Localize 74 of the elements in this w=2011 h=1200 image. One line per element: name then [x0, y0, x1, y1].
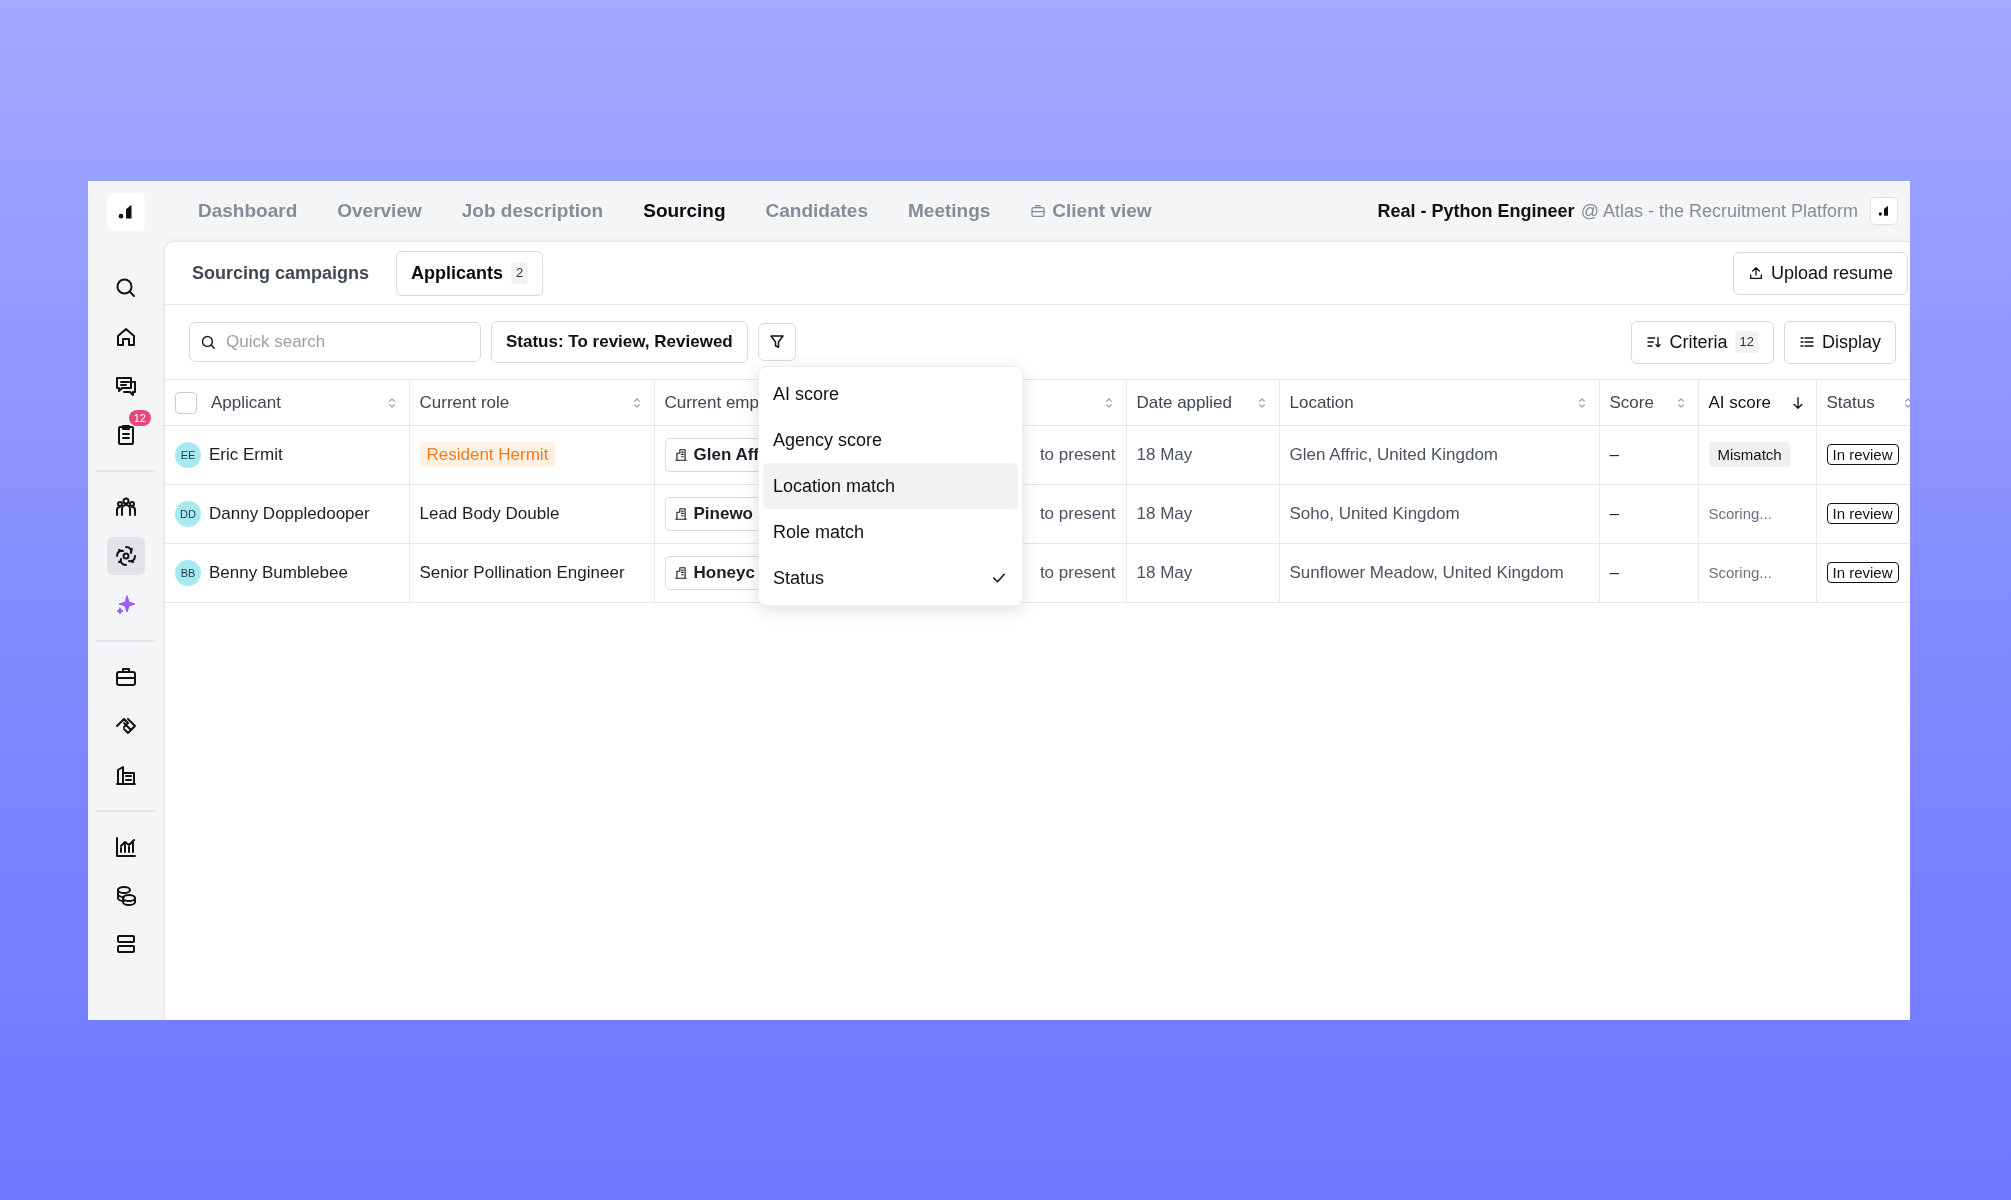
role-text: Resident Hermit: [419, 442, 556, 468]
location-text: Soho, United Kingdom: [1289, 504, 1460, 524]
employment-period: to present: [1039, 445, 1116, 465]
applicant-name[interactable]: Eric Ermit: [209, 442, 283, 468]
building-icon: [673, 448, 688, 462]
search-icon: [114, 276, 138, 300]
status-tag: In review: [1826, 444, 1899, 466]
count-badge: 2: [511, 262, 529, 284]
ai-score-text: Scoring...: [1708, 505, 1772, 523]
organization-name: @ Atlas - the Recruitment Platform: [1580, 199, 1858, 223]
count-badge: 12: [1734, 331, 1759, 353]
menu-item[interactable]: Status: [763, 555, 1018, 601]
chat-icon: [114, 374, 138, 398]
score-text: –: [1609, 504, 1619, 524]
role-text: Senior Pollination Engineer: [419, 563, 625, 583]
menu-item[interactable]: Agency score: [763, 417, 1018, 463]
applicant-name[interactable]: Danny Doppledooper: [209, 501, 370, 527]
upload-resume-button[interactable]: Upload resume: [1732, 251, 1908, 295]
date-applied: 18 May: [1136, 563, 1193, 583]
avatar: BB: [175, 560, 201, 586]
job-title: Real - Python Engineer: [1377, 199, 1575, 223]
criteria-button[interactable]: Criteria 12: [1631, 320, 1774, 364]
employer-name: Honeyc: [693, 562, 755, 585]
sidebar-item[interactable]: [107, 537, 145, 575]
logo-button[interactable]: [1870, 197, 1898, 225]
search-field[interactable]: Quick search: [189, 322, 481, 362]
sparkle-icon: [114, 593, 138, 617]
avatar: DD: [175, 501, 201, 527]
nav-tab[interactable]: Sourcing: [623, 196, 746, 226]
filter-button[interactable]: [757, 323, 796, 361]
employment-period: to present: [1039, 563, 1116, 583]
avatar: EE: [175, 442, 201, 468]
location-text: Sunflower Meadow, United Kingdom: [1289, 563, 1564, 583]
date-applied: 18 May: [1136, 504, 1193, 524]
home-icon: [114, 325, 138, 349]
menu-item[interactable]: AI score: [763, 371, 1018, 417]
column-header[interactable]: Location: [1289, 389, 1354, 416]
menu-item[interactable]: Role match: [763, 509, 1018, 555]
location-text: Glen Affric, United Kingdom: [1289, 445, 1498, 465]
sort-lines-icon: [1646, 334, 1663, 350]
employer-name: Pinewo: [693, 503, 753, 526]
building-icon: [673, 507, 688, 521]
chart-icon: [114, 835, 138, 859]
ai-score-text: Scoring...: [1708, 564, 1772, 582]
ai-score-tag: Mismatch: [1708, 442, 1791, 468]
buildings-icon: [114, 763, 138, 787]
briefcase-icon: [1030, 203, 1047, 219]
swirl-icon: [114, 544, 138, 568]
logo-icon[interactable]: [107, 193, 145, 231]
menu-item[interactable]: Location match: [763, 463, 1018, 509]
people-icon: [114, 495, 138, 519]
sub-tab[interactable]: Sourcing campaigns: [177, 250, 385, 296]
building-icon: [673, 566, 688, 580]
list-icon: [1798, 334, 1815, 350]
select-all-checkbox[interactable]: [175, 391, 197, 414]
filter-icon: [767, 333, 786, 351]
status-tag: In review: [1826, 562, 1899, 584]
employment-period: to present: [1039, 504, 1116, 524]
coins-icon: [114, 884, 138, 908]
date-applied: 18 May: [1136, 445, 1193, 465]
briefcase-icon: [114, 665, 138, 689]
notification-badge: 12: [128, 410, 151, 426]
score-text: –: [1609, 563, 1619, 583]
column-header[interactable]: Applicant: [211, 389, 281, 416]
applicant-name[interactable]: Benny Bumblebee: [209, 560, 348, 586]
status-tag: In review: [1826, 503, 1899, 525]
column-header[interactable]: Current emp: [664, 389, 759, 416]
score-text: –: [1609, 445, 1619, 465]
role-text: Lead Body Double: [419, 504, 560, 524]
employer-name: Glen Aff: [693, 444, 759, 467]
display-button[interactable]: Display: [1783, 320, 1896, 364]
status-filter-button[interactable]: Status: To review, Reviewed: [491, 321, 748, 363]
upload-icon: [1747, 265, 1764, 281]
sub-tab[interactable]: Applicants 2: [396, 250, 544, 296]
